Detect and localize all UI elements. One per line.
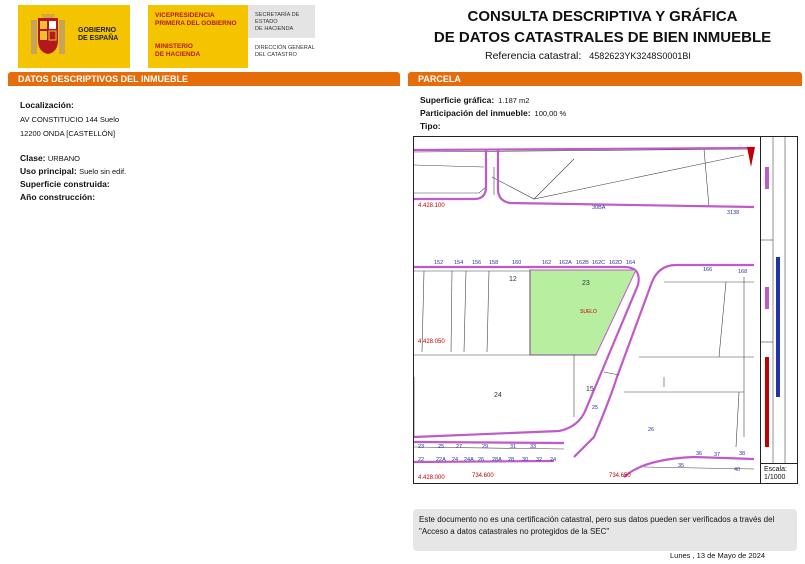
svg-text:30: 30 bbox=[522, 457, 528, 463]
svg-text:30BA: 30BA bbox=[592, 205, 606, 211]
svg-text:25: 25 bbox=[592, 405, 598, 411]
svg-text:23: 23 bbox=[418, 444, 424, 450]
svg-text:168: 168 bbox=[738, 269, 747, 275]
datos-descriptivos-bar: DATOS DESCRIPTIVOS DEL INMUEBLE bbox=[8, 72, 400, 86]
coord-y3: 4.428.000 bbox=[418, 475, 445, 481]
svg-text:24A: 24A bbox=[464, 457, 474, 463]
svg-text:38: 38 bbox=[739, 451, 745, 457]
svg-text:162C: 162C bbox=[592, 260, 605, 266]
north-arrow-icon bbox=[747, 147, 755, 167]
svg-text:25: 25 bbox=[438, 444, 444, 450]
svg-text:3138: 3138 bbox=[727, 210, 739, 216]
referencia-catastral: Referencia catastral: 4582623YK3248S0001B… bbox=[485, 50, 691, 62]
svg-text:160: 160 bbox=[512, 260, 521, 266]
datos-parcela: Superficie gráfica: 1.187 m2 Participació… bbox=[420, 95, 567, 131]
svg-text:166: 166 bbox=[703, 267, 712, 273]
map-legend bbox=[760, 137, 797, 463]
svg-text:32: 32 bbox=[536, 457, 542, 463]
svg-text:154: 154 bbox=[454, 260, 463, 266]
parcela-bar: PARCELA bbox=[408, 72, 802, 86]
svg-text:22: 22 bbox=[418, 457, 424, 463]
svg-text:35: 35 bbox=[678, 463, 684, 469]
scale-box: Escala: 1/1000 bbox=[760, 463, 797, 483]
coord-y1: 4.428.100 bbox=[418, 203, 445, 209]
svg-text:37: 37 bbox=[714, 452, 720, 458]
svg-text:31: 31 bbox=[510, 444, 516, 450]
svg-text:26: 26 bbox=[478, 457, 484, 463]
svg-text:22A: 22A bbox=[436, 457, 446, 463]
svg-text:24: 24 bbox=[452, 457, 458, 463]
disclaimer-note: Este documento no es una certificación c… bbox=[413, 509, 797, 551]
svg-text:162D: 162D bbox=[609, 260, 622, 266]
parcel-number-24: 24 bbox=[494, 392, 502, 399]
svg-text:162A: 162A bbox=[559, 260, 572, 266]
svg-text:26: 26 bbox=[648, 427, 654, 433]
parcel-label: SUELO bbox=[580, 309, 597, 315]
svg-text:152: 152 bbox=[434, 260, 443, 266]
svg-text:40: 40 bbox=[734, 467, 740, 473]
parcel-number-23: 23 bbox=[582, 280, 590, 287]
coord-x1: 734.600 bbox=[472, 473, 494, 479]
government-logo: GOBIERNO DE ESPAÑA VICEPRESIDENCIA PRIME… bbox=[18, 5, 315, 68]
svg-text:158: 158 bbox=[489, 260, 498, 266]
svg-text:36: 36 bbox=[696, 451, 702, 457]
secretaria-block: SECRETARÍA DE ESTADO DE HACIENDA bbox=[248, 5, 315, 38]
parcel-number-12: 12 bbox=[509, 276, 517, 283]
direccion-block: DIRECCIÓN GENERAL DEL CATASTRO bbox=[255, 45, 315, 58]
page-title: CONSULTA DESCRIPTIVA Y GRÁFICA DE DATOS … bbox=[433, 8, 772, 46]
vicepresidencia-block: VICEPRESIDENCIA PRIMERA DEL GOBIERNO MIN… bbox=[148, 5, 248, 68]
cadastral-map[interactable]: 12 23 24 15 SUELO 30BA 3138 166 168 25 2… bbox=[413, 136, 798, 484]
parcel-number-15: 15 bbox=[586, 386, 594, 393]
svg-text:162B: 162B bbox=[576, 260, 589, 266]
document-date: Lunes , 13 de Mayo de 2024 bbox=[670, 551, 766, 560]
coord-y2: 4.428.050 bbox=[418, 339, 445, 345]
svg-text:28A: 28A bbox=[492, 457, 502, 463]
datos-descriptivos: Localización: AV CONSTITUCIO 144 Suelo 1… bbox=[20, 100, 127, 202]
svg-text:162: 162 bbox=[542, 260, 551, 266]
svg-text:164: 164 bbox=[626, 260, 635, 266]
svg-text:24: 24 bbox=[550, 457, 556, 463]
svg-text:33: 33 bbox=[530, 444, 536, 450]
svg-text:29: 29 bbox=[482, 444, 488, 450]
svg-text:156: 156 bbox=[472, 260, 481, 266]
gobierno-text: GOBIERNO DE ESPAÑA bbox=[78, 27, 119, 42]
svg-text:28: 28 bbox=[508, 457, 514, 463]
coord-x2: 734.650 bbox=[609, 473, 631, 479]
svg-text:27: 27 bbox=[456, 444, 462, 450]
